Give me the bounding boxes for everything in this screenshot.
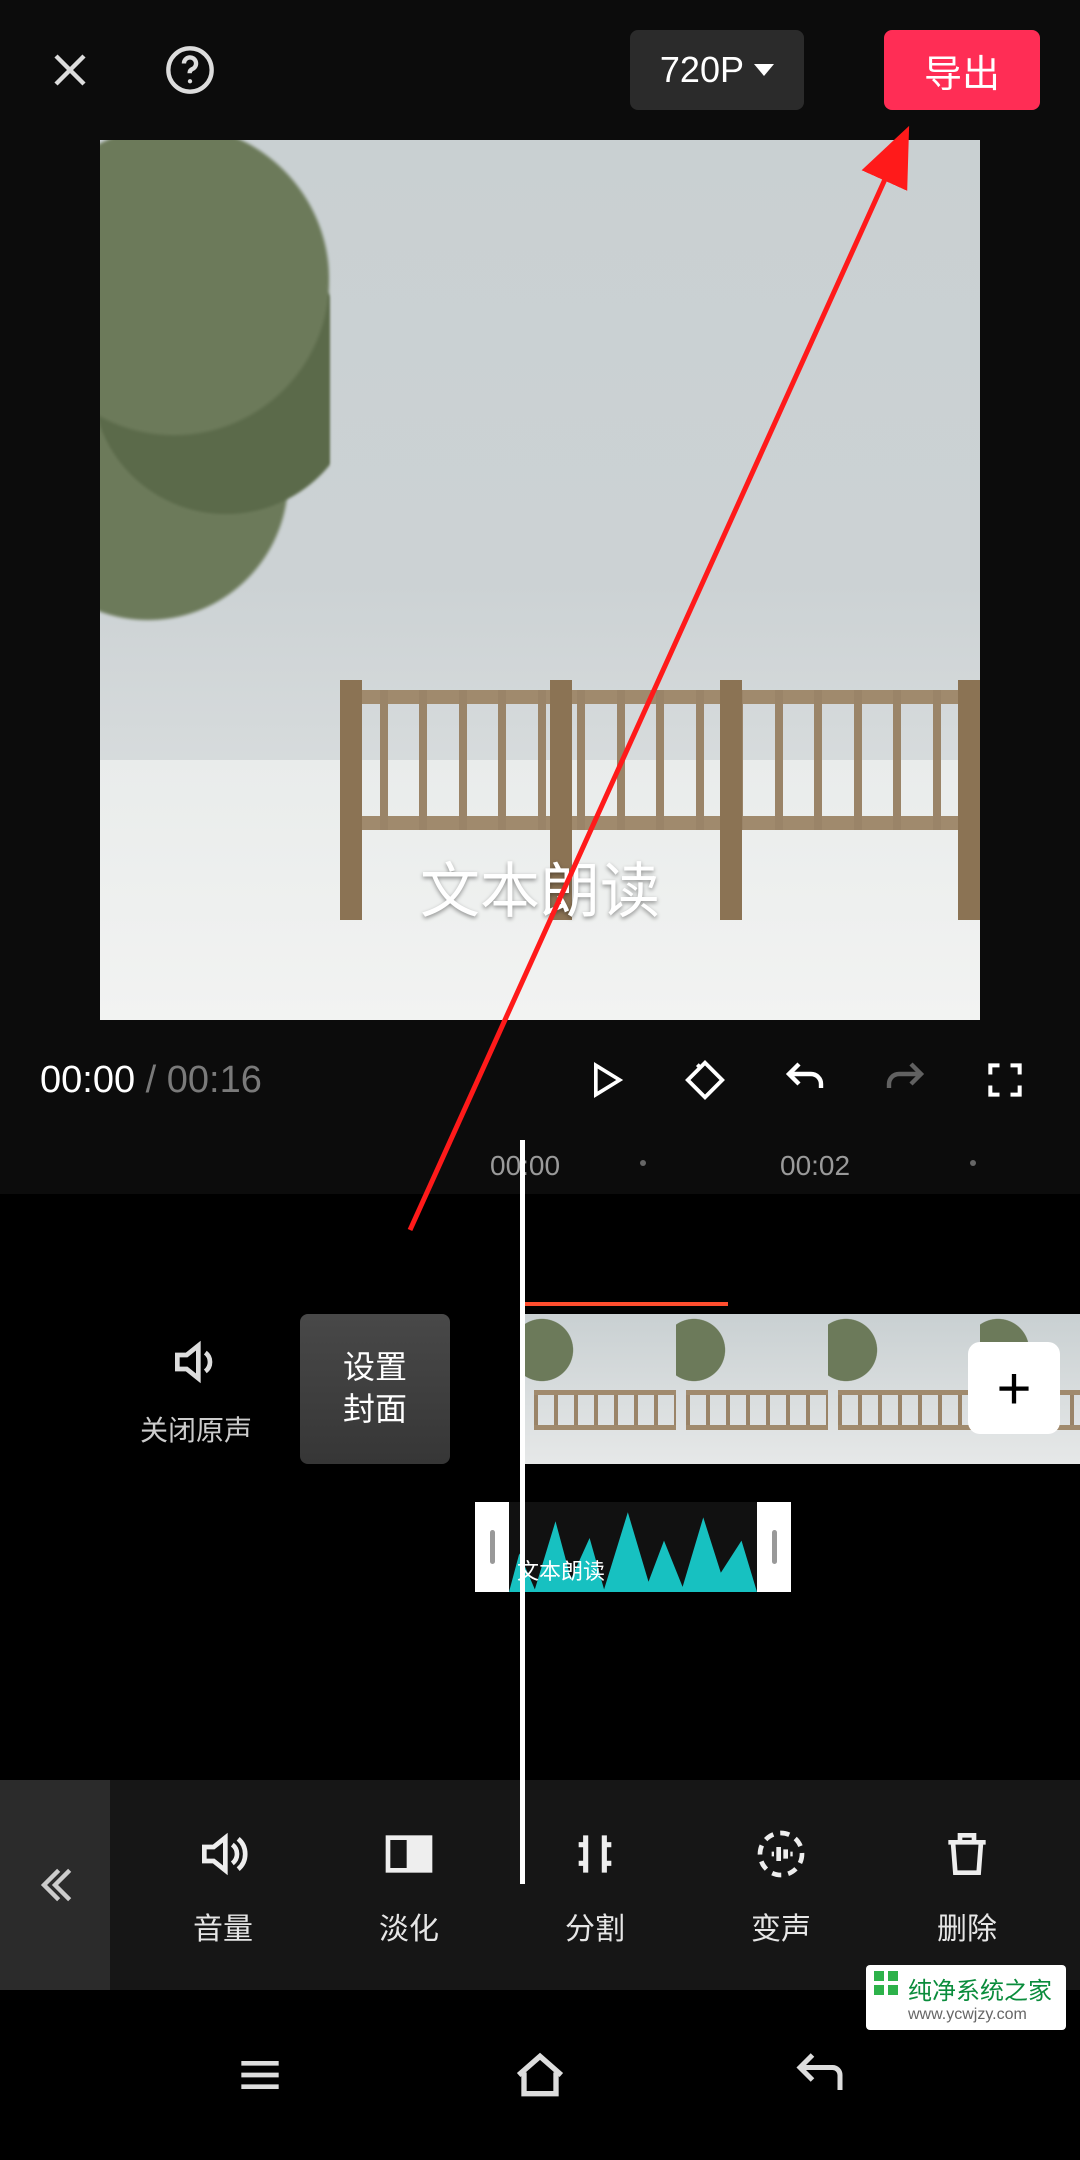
clip-handle-right[interactable]	[757, 1502, 791, 1592]
cover-label: 设置 封面	[343, 1347, 407, 1430]
audio-clip-label: 文本朗读	[517, 1554, 605, 1586]
video-preview[interactable]: 文本朗读	[100, 140, 980, 1020]
ruler-dot	[970, 1160, 976, 1166]
time-separator: /	[135, 1059, 167, 1101]
nav-home-button[interactable]	[500, 2035, 580, 2115]
undo-button[interactable]	[770, 1045, 840, 1115]
tool-back-button[interactable]	[0, 1780, 110, 1990]
video-thumb[interactable]	[828, 1314, 980, 1464]
tool-delete[interactable]: 删除	[935, 1822, 999, 1948]
playhead[interactable]	[520, 1140, 525, 1884]
watermark-url: www.ycwjzy.com	[908, 2006, 1052, 2024]
fade-icon	[377, 1822, 441, 1886]
tool-volume[interactable]: 音量	[191, 1822, 255, 1948]
chevron-down-icon	[754, 64, 774, 76]
tool-label: 删除	[937, 1904, 997, 1948]
nav-menu-button[interactable]	[220, 2035, 300, 2115]
mute-original-button[interactable]: 关闭原声	[140, 1334, 252, 1449]
playback-bar: 00:00 / 00:16	[0, 1020, 1080, 1140]
redo-button[interactable]	[870, 1045, 940, 1115]
time-current: 00:00	[40, 1059, 135, 1101]
clip-body[interactable]: 文本朗读	[509, 1502, 757, 1592]
top-bar: 720P 导出	[0, 0, 1080, 140]
nav-back-button[interactable]	[780, 2035, 860, 2115]
export-label: 导出	[924, 43, 1000, 98]
voice-change-icon	[749, 1822, 813, 1886]
fullscreen-button[interactable]	[970, 1045, 1040, 1115]
set-cover-button[interactable]: 设置 封面	[300, 1314, 450, 1464]
video-thumb[interactable]	[524, 1314, 676, 1464]
trash-icon	[935, 1822, 999, 1886]
close-icon[interactable]	[40, 40, 100, 100]
watermark-logo-icon	[874, 1971, 900, 1997]
help-icon[interactable]	[160, 40, 220, 100]
add-clip-button[interactable]: +	[968, 1342, 1060, 1434]
keyframe-icon[interactable]	[670, 1045, 740, 1115]
tool-fade[interactable]: 淡化	[377, 1822, 441, 1948]
time-display: 00:00 / 00:16	[40, 1059, 262, 1102]
resolution-dropdown[interactable]: 720P	[630, 30, 804, 110]
ruler-dot	[640, 1160, 646, 1166]
mute-label: 关闭原声	[140, 1409, 252, 1449]
split-icon	[563, 1822, 627, 1886]
watermark: 纯净系统之家 www.ycwjzy.com	[866, 1965, 1066, 2030]
time-duration: 00:16	[167, 1059, 262, 1101]
tool-label: 分割	[565, 1904, 625, 1948]
tool-label: 音量	[193, 1904, 253, 1948]
clip-handle-left[interactable]	[475, 1502, 509, 1592]
timeline-ruler[interactable]: 00:00 00:02	[0, 1140, 1080, 1194]
tool-split[interactable]: 分割	[563, 1822, 627, 1948]
resolution-label: 720P	[660, 49, 744, 91]
plus-icon: +	[996, 1354, 1031, 1423]
preview-caption: 文本朗读	[100, 843, 980, 930]
audio-tool-bar: 音量 淡化 分割	[0, 1780, 1080, 1990]
ruler-tick: 00:02	[780, 1150, 850, 1182]
watermark-title: 纯净系统之家	[908, 1978, 1052, 2005]
scene-railing	[340, 690, 980, 830]
video-thumb[interactable]	[676, 1314, 828, 1464]
scene-tree	[100, 140, 330, 630]
tool-label: 淡化	[379, 1904, 439, 1948]
volume-icon	[191, 1822, 255, 1886]
tool-voice-change[interactable]: 变声	[749, 1822, 813, 1948]
play-button[interactable]	[570, 1045, 640, 1115]
clip-edge-indicator	[524, 1302, 728, 1306]
export-button[interactable]: 导出	[884, 30, 1040, 110]
ruler-tick: 00:00	[490, 1150, 560, 1182]
tool-label: 变声	[751, 1904, 811, 1948]
